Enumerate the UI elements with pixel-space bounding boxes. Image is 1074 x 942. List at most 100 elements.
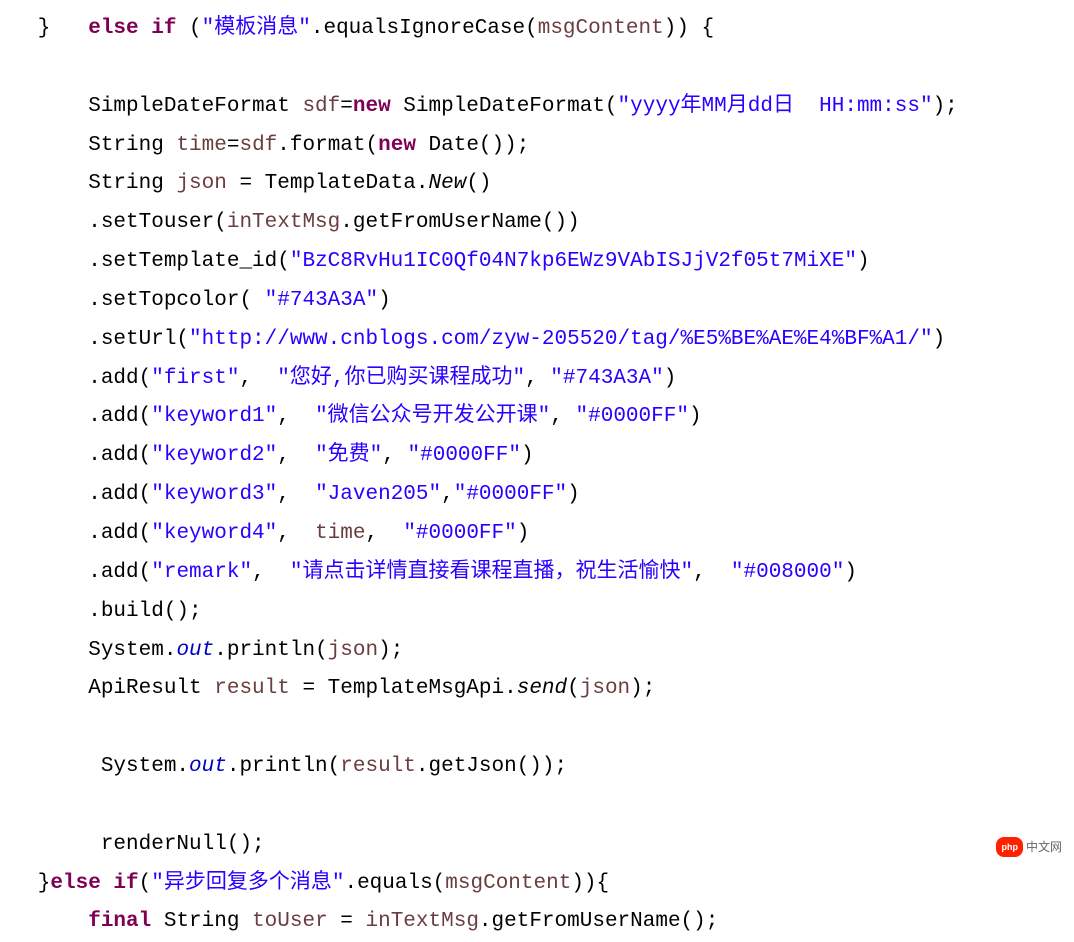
code-text: .add( — [0, 405, 151, 428]
code-text: renderNull(); — [0, 833, 265, 856]
code-text: = — [328, 910, 366, 933]
code-text: ( — [176, 17, 201, 40]
code-text: ) — [664, 367, 677, 390]
code-text: System. — [0, 755, 189, 778]
variable: time — [315, 522, 365, 545]
string-literal: "#0000FF" — [454, 483, 567, 506]
variable: sdf — [239, 134, 277, 157]
code-text: () — [466, 172, 491, 195]
string-literal: "#743A3A" — [550, 367, 663, 390]
keyword: else if — [50, 872, 138, 895]
code-text: ) — [517, 522, 530, 545]
static-field: out — [176, 639, 214, 662]
code-text: ApiResult — [0, 677, 214, 700]
code-text: = TemplateData. — [227, 172, 429, 195]
variable: toUser — [252, 910, 328, 933]
code-text: System. — [0, 639, 176, 662]
variable: time — [176, 134, 226, 157]
code-text: ); — [378, 639, 403, 662]
static-method: send — [517, 677, 567, 700]
code-text: SimpleDateFormat( — [391, 95, 618, 118]
watermark-logo: php — [996, 837, 1023, 858]
variable: json — [580, 677, 630, 700]
code-text: ( — [139, 872, 152, 895]
string-literal: "#0000FF" — [403, 522, 516, 545]
code-text: = TemplateMsgApi. — [290, 677, 517, 700]
code-text: ) — [567, 483, 580, 506]
code-text: ) — [844, 561, 857, 584]
variable: json — [328, 639, 378, 662]
code-text: , — [366, 522, 404, 545]
string-literal: "keyword4" — [151, 522, 277, 545]
code-block: } else if ("模板消息".equalsIgnoreCase(msgCo… — [0, 0, 1074, 942]
code-text: )){ — [571, 872, 609, 895]
code-text: .add( — [0, 483, 151, 506]
code-text — [0, 910, 88, 933]
variable: inTextMsg — [227, 211, 340, 234]
string-literal: "#0000FF" — [408, 444, 521, 467]
code-text: ) — [857, 250, 870, 273]
code-text: , — [252, 561, 290, 584]
code-text: .equals( — [344, 872, 445, 895]
code-text: .setTemplate_id( — [0, 250, 290, 273]
code-text: .println( — [227, 755, 340, 778]
code-text: .build(); — [0, 600, 202, 623]
code-text: , — [382, 444, 407, 467]
code-text: ( — [567, 677, 580, 700]
watermark-text: 中文网 — [1026, 836, 1062, 858]
variable: result — [214, 677, 290, 700]
code-text: .setUrl( — [0, 328, 189, 351]
string-literal: "#743A3A" — [265, 289, 378, 312]
string-literal: "Javen205" — [315, 483, 441, 506]
code-text: , — [525, 367, 550, 390]
code-text: = — [227, 134, 240, 157]
code-text: .setTopcolor( — [0, 289, 265, 312]
code-text: .add( — [0, 522, 151, 545]
string-literal: "first" — [151, 367, 239, 390]
code-text: , — [277, 522, 315, 545]
code-text: String — [0, 134, 176, 157]
code-text: SimpleDateFormat — [0, 95, 302, 118]
variable: inTextMsg — [366, 910, 479, 933]
variable: json — [176, 172, 226, 195]
string-literal: "keyword1" — [151, 405, 277, 428]
keyword: else if — [88, 17, 176, 40]
string-literal: "BzC8RvHu1IC0Qf04N7kp6EWz9VAbISJjV2f05t7… — [290, 250, 857, 273]
code-text: .getJson()); — [416, 755, 567, 778]
code-text: .add( — [0, 444, 151, 467]
code-text: ); — [933, 95, 958, 118]
code-text: .setTouser( — [0, 211, 227, 234]
string-literal: "remark" — [151, 561, 252, 584]
code-text: )) { — [664, 17, 714, 40]
code-text: , — [693, 561, 731, 584]
string-literal: "免费" — [315, 444, 382, 467]
code-text: , — [277, 444, 315, 467]
string-literal: "微信公众号开发公开课" — [315, 405, 550, 428]
code-text: ) — [933, 328, 946, 351]
code-text: ) — [378, 289, 391, 312]
keyword: new — [353, 95, 391, 118]
variable: result — [340, 755, 416, 778]
code-text: .getFromUserName()) — [340, 211, 579, 234]
code-text: .add( — [0, 367, 151, 390]
string-literal: "keyword3" — [151, 483, 277, 506]
static-field: out — [189, 755, 227, 778]
string-literal: "您好,你已购买课程成功" — [277, 367, 525, 390]
code-text: .add( — [0, 561, 151, 584]
string-literal: "keyword2" — [151, 444, 277, 467]
code-text: , — [550, 405, 575, 428]
string-literal: "模板消息" — [202, 17, 311, 40]
code-text: } — [0, 872, 50, 895]
code-text: Date()); — [416, 134, 529, 157]
string-literal: "#008000" — [731, 561, 844, 584]
code-text: .equalsIgnoreCase( — [311, 17, 538, 40]
code-text: ) — [521, 444, 534, 467]
code-text: .println( — [214, 639, 327, 662]
watermark: php 中文网 — [996, 836, 1062, 858]
string-literal: "#0000FF" — [576, 405, 689, 428]
code-text: } — [0, 17, 88, 40]
code-text: ); — [630, 677, 655, 700]
variable: sdf — [302, 95, 340, 118]
code-text: String — [151, 910, 252, 933]
code-text: , — [239, 367, 277, 390]
